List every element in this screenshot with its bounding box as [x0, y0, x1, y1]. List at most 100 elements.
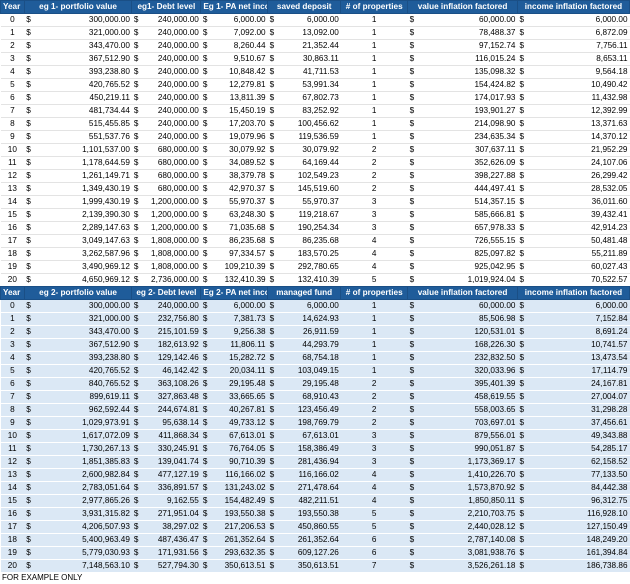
- cell-portfolio-value: 2,783,051.64: [78, 481, 132, 495]
- cell-year: 8: [0, 117, 25, 131]
- cell-deposit-fund: 193,550.38: [280, 507, 341, 521]
- cell-income-inflation: 186,738.86: [530, 559, 630, 573]
- currency-symbol: $: [407, 377, 421, 391]
- cell-value-inflation: 193,901.27: [420, 104, 518, 118]
- table-row: 5 $420,765.52 $240,000.00 $12,279.81 $53,991…: [0, 78, 630, 92]
- cell-year: 12: [0, 169, 25, 183]
- currency-symbol: $: [407, 65, 421, 79]
- cell-year: 0: [0, 13, 25, 27]
- currency-symbol: $: [24, 429, 79, 443]
- cell-net-income: 17,203.70: [213, 117, 268, 131]
- cell-portfolio-value: 1,101,537.00: [78, 143, 132, 157]
- cell-portfolio-value: 4,206,507.93: [78, 520, 132, 534]
- currency-symbol: $: [24, 533, 79, 547]
- cell-properties: 2: [340, 416, 408, 430]
- currency-symbol: $: [200, 351, 214, 365]
- table-row: 1 $321,000.00 $232,756.80 $7,381.73 $14,624.…: [0, 312, 630, 326]
- cell-debt-level: 477,127.19: [144, 468, 201, 482]
- cell-value-inflation: 78,488.37: [420, 26, 518, 40]
- cell-portfolio-value: 1,261,149.71: [78, 169, 132, 183]
- currency-symbol: $: [267, 52, 281, 66]
- cell-deposit-fund: 55,970.37: [280, 195, 341, 209]
- spreadsheet: Year eg 1- portfolio value eg1- Debt lev…: [0, 0, 630, 584]
- cell-year: 17: [0, 520, 25, 534]
- currency-symbol: $: [267, 260, 281, 274]
- cell-year: 18: [0, 247, 25, 261]
- cell-income-inflation: 21,952.29: [530, 143, 630, 157]
- table-row: 16 $3,931,315.82 $271,951.04 $193,550.38 $19…: [0, 507, 630, 521]
- currency-symbol: $: [131, 312, 145, 326]
- cell-portfolio-value: 3,931,315.82: [78, 507, 132, 521]
- cell-portfolio-value: 420,765.52: [78, 78, 132, 92]
- currency-symbol: $: [24, 299, 79, 313]
- cell-value-inflation: 825,097.82: [420, 247, 518, 261]
- cell-properties: 3: [340, 442, 408, 456]
- currency-symbol: $: [267, 312, 281, 326]
- cell-properties: 5: [340, 273, 408, 287]
- cell-deposit-fund: 26,911.59: [280, 325, 341, 339]
- cell-year: 7: [0, 390, 25, 404]
- currency-symbol: $: [267, 156, 281, 170]
- currency-symbol: $: [131, 39, 145, 53]
- currency-symbol: $: [407, 39, 421, 53]
- table-header-row: Year eg 1- portfolio value eg1- Debt lev…: [0, 0, 630, 14]
- cell-deposit-fund: 100,456.62: [280, 117, 341, 131]
- cell-net-income: 33,665.65: [213, 390, 268, 404]
- currency-symbol: $: [24, 377, 79, 391]
- currency-symbol: $: [200, 299, 214, 313]
- currency-symbol: $: [200, 156, 214, 170]
- cell-portfolio-value: 899,619.11: [78, 390, 132, 404]
- cell-value-inflation: 1,173,369.17: [420, 455, 518, 469]
- cell-year: 13: [0, 182, 25, 196]
- currency-symbol: $: [131, 546, 145, 560]
- currency-symbol: $: [267, 403, 281, 417]
- cell-deposit-fund: 21,352.44: [280, 39, 341, 53]
- currency-symbol: $: [24, 507, 79, 521]
- currency-symbol: $: [131, 507, 145, 521]
- currency-symbol: $: [200, 507, 214, 521]
- currency-symbol: $: [131, 143, 145, 157]
- cell-deposit-fund: 83,252.92: [280, 104, 341, 118]
- header-net-income: Eg 1- PA net income: [200, 0, 269, 14]
- cell-debt-level: 95,638.14: [144, 416, 201, 430]
- currency-symbol: $: [517, 377, 531, 391]
- cell-net-income: 154,482.49: [213, 494, 268, 508]
- cell-deposit-fund: 6,000.00: [280, 13, 341, 27]
- currency-symbol: $: [200, 390, 214, 404]
- currency-symbol: $: [517, 312, 531, 326]
- currency-symbol: $: [131, 273, 145, 287]
- currency-symbol: $: [407, 507, 421, 521]
- cell-value-inflation: 3,526,261.18: [420, 559, 518, 573]
- cell-net-income: 293,632.35: [213, 546, 268, 560]
- currency-symbol: $: [517, 221, 531, 235]
- currency-symbol: $: [200, 273, 214, 287]
- currency-symbol: $: [267, 377, 281, 391]
- currency-symbol: $: [267, 39, 281, 53]
- currency-symbol: $: [517, 442, 531, 456]
- cell-properties: 4: [340, 260, 408, 274]
- currency-symbol: $: [407, 364, 421, 378]
- cell-income-inflation: 10,741.57: [530, 338, 630, 352]
- currency-symbol: $: [267, 520, 281, 534]
- currency-symbol: $: [200, 533, 214, 547]
- cell-deposit-fund: 281,436.94: [280, 455, 341, 469]
- cell-properties: 1: [340, 130, 408, 144]
- currency-symbol: $: [200, 468, 214, 482]
- currency-symbol: $: [200, 260, 214, 274]
- currency-symbol: $: [517, 533, 531, 547]
- table-row: 4 $393,238.80 $129,142.46 $15,282.72 $68,754…: [0, 351, 630, 365]
- cell-portfolio-value: 343,470.00: [78, 325, 132, 339]
- cell-net-income: 7,381.73: [213, 312, 268, 326]
- currency-symbol: $: [517, 65, 531, 79]
- currency-symbol: $: [517, 156, 531, 170]
- cell-properties: 1: [340, 39, 408, 53]
- table-row: 17 $4,206,507.93 $38,297.02 $217,206.53 $450…: [0, 520, 630, 534]
- cell-deposit-fund: 67,802.73: [280, 91, 341, 105]
- cell-net-income: 9,256.38: [213, 325, 268, 339]
- currency-symbol: $: [24, 364, 79, 378]
- cell-value-inflation: 214,098.90: [420, 117, 518, 131]
- currency-symbol: $: [131, 533, 145, 547]
- cell-portfolio-value: 3,490,969.12: [78, 260, 132, 274]
- cell-income-inflation: 10,490.42: [530, 78, 630, 92]
- cell-value-inflation: 60,000.00: [420, 13, 518, 27]
